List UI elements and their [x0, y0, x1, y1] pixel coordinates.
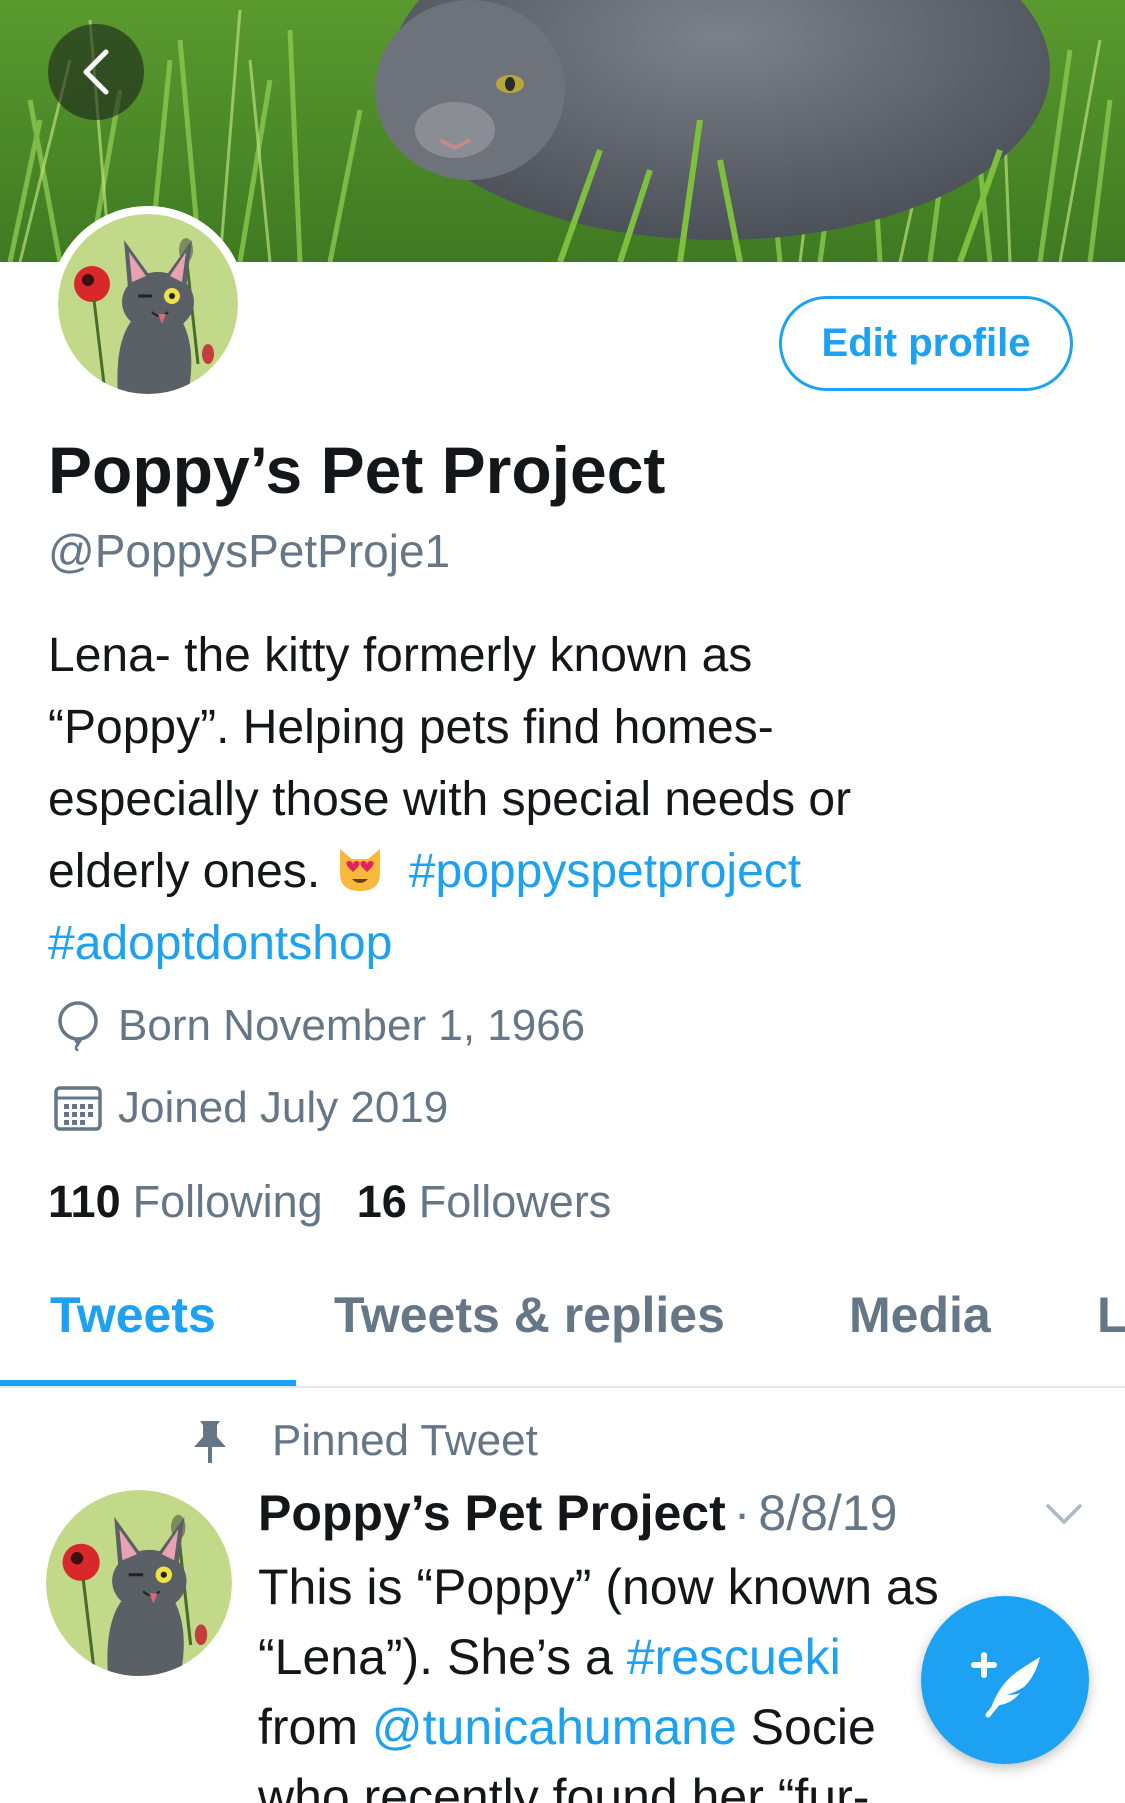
profile-handle: @PoppysPetProje1: [48, 525, 451, 577]
tab-tweets-and-replies[interactable]: Tweets & replies: [334, 1286, 725, 1344]
profile-tabs: Tweets Tweets & replies Media L: [0, 1258, 1125, 1388]
edit-profile-button[interactable]: Edit profile: [779, 296, 1073, 391]
hashtag-link[interactable]: #poppyspetproject: [409, 845, 801, 898]
profile-page: Edit profile Poppy’s Pet Project @Poppys…: [0, 0, 1125, 1803]
active-tab-indicator: [0, 1380, 296, 1386]
pin-icon: [194, 1421, 226, 1463]
tab-tweets[interactable]: Tweets: [50, 1286, 216, 1344]
heart-eyes-cat-emoji-icon: [339, 849, 380, 891]
back-button[interactable]: [48, 24, 144, 120]
pinned-tweet-text: Pinned Tweet: [272, 1416, 538, 1465]
following-count: 110: [48, 1176, 121, 1227]
bio-line: elderly ones. #poppyspetproject: [48, 836, 1078, 908]
joined-text: Joined July 2019: [118, 1083, 449, 1132]
profile-avatar[interactable]: [50, 206, 246, 402]
tab-media[interactable]: Media: [849, 1286, 991, 1344]
followers-count: 16: [356, 1176, 407, 1227]
tweet-text-segment: Socie: [736, 1699, 876, 1755]
tweet-date[interactable]: 8/8/19: [758, 1484, 897, 1542]
compose-tweet-button[interactable]: [921, 1596, 1089, 1764]
tweet-header: Poppy’s Pet Project · 8/8/19: [258, 1484, 897, 1542]
mention-link[interactable]: @tunicahumane: [372, 1699, 737, 1755]
profile-display-name: Poppy’s Pet Project: [48, 433, 666, 507]
bio-line: especially those with special needs or: [48, 773, 852, 826]
pinned-tweet-label: Pinned Tweet: [188, 1416, 538, 1466]
hashtag-link[interactable]: #adoptdontshop: [48, 908, 1078, 980]
followers-link[interactable]: 16 Followers: [357, 1176, 612, 1228]
avatar-cat-illustration: [58, 214, 238, 394]
following-label: Following: [132, 1176, 323, 1227]
chevron-down-icon[interactable]: [1044, 1496, 1084, 1532]
tweet-separator: ·: [733, 1485, 751, 1541]
profile-bio: Lena- the kitty formerly known as “Poppy…: [48, 620, 1078, 980]
calendar-icon: [52, 1082, 104, 1134]
birthday-text: Born November 1, 1966: [118, 1001, 586, 1050]
joined-row: Joined July 2019: [52, 1082, 448, 1134]
following-link[interactable]: 110 Following: [48, 1176, 323, 1228]
balloon-icon: [52, 1000, 104, 1052]
tweet-text-segment: “Lena”). She’s a: [258, 1629, 627, 1685]
follow-counts: 110 Following 16 Followers: [48, 1176, 645, 1228]
tweet-line: who recently found her “fur-: [258, 1769, 870, 1803]
tweet-author-avatar[interactable]: [46, 1490, 232, 1676]
tweet-author-name[interactable]: Poppy’s Pet Project: [258, 1484, 726, 1542]
avatar-cat-illustration: [46, 1490, 232, 1676]
tweet-text-segment: from: [258, 1699, 372, 1755]
compose-feather-icon: [971, 1652, 1040, 1718]
birthday-row: Born November 1, 1966: [52, 1000, 585, 1052]
bio-line: “Poppy”. Helping pets find homes-: [48, 701, 774, 754]
chevron-left-icon: [83, 49, 109, 95]
hashtag-link[interactable]: #rescueki: [627, 1629, 841, 1685]
tab-likes[interactable]: L: [1097, 1286, 1125, 1344]
bio-text: elderly ones.: [48, 845, 321, 898]
bio-line: Lena- the kitty formerly known as: [48, 629, 753, 682]
followers-label: Followers: [418, 1176, 612, 1227]
